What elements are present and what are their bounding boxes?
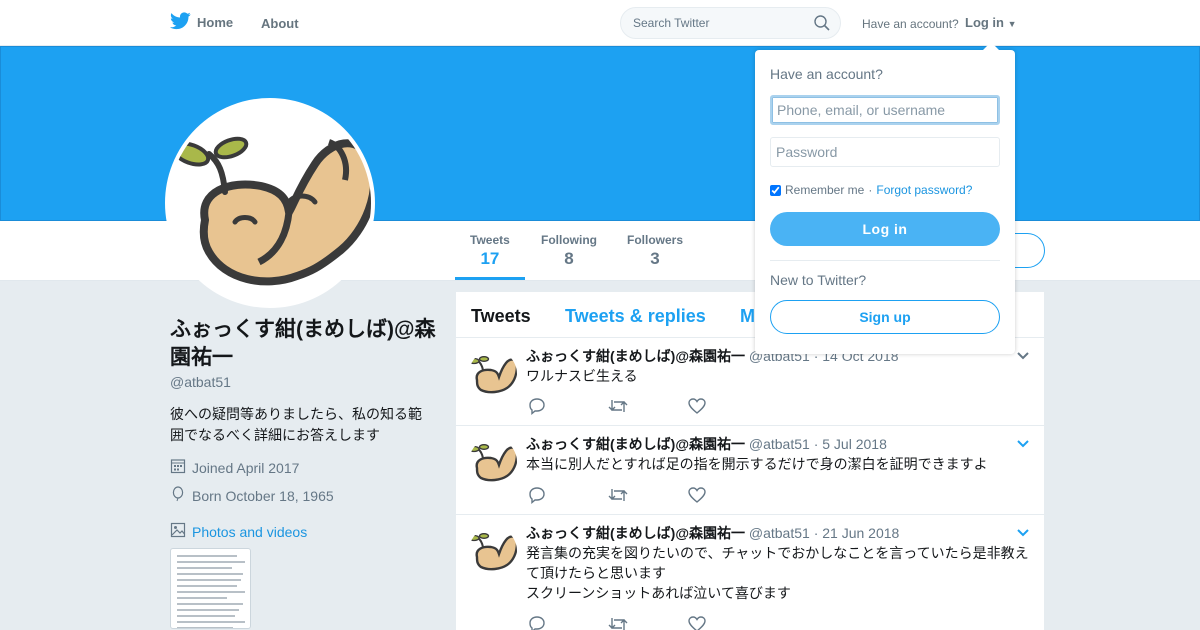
- tweet-actions: [528, 615, 706, 630]
- tweet-text: 本当に別人だとすれば足の指を開示するだけで身の潔白を証明できますよ: [526, 456, 988, 472]
- forgot-password-link[interactable]: Forgot password?: [876, 183, 972, 197]
- twitter-bird-icon: [170, 12, 191, 33]
- photos-and-videos-link[interactable]: Photos and videos: [170, 522, 307, 541]
- login-link-label: Log in: [965, 15, 1004, 30]
- stat-following[interactable]: Following 8: [541, 233, 597, 269]
- stat-value: 17: [480, 249, 500, 268]
- media-thumbnail[interactable]: [170, 548, 251, 629]
- tweet[interactable]: ふぉっくす紺(まめしば)@森園祐一 @atbat51 · 5 Jul 2018 …: [456, 426, 1044, 515]
- login-button[interactable]: Log in: [770, 212, 1000, 246]
- chevron-down-icon[interactable]: [1016, 348, 1030, 366]
- tweet-author-handle[interactable]: @atbat51: [749, 436, 810, 452]
- new-to-twitter-text: New to Twitter?: [770, 272, 867, 288]
- tab-media[interactable]: M: [740, 306, 755, 327]
- tweet[interactable]: ふぉっくす紺(まめしば)@森園祐一 @atbat51 · 21 Jun 2018…: [456, 515, 1044, 630]
- search-icon[interactable]: [814, 15, 830, 36]
- like-icon[interactable]: [688, 486, 706, 504]
- retweet-icon[interactable]: [608, 615, 628, 630]
- profile-handle[interactable]: @atbat51: [170, 374, 231, 390]
- nav-about-link[interactable]: About: [261, 16, 299, 31]
- tweet-text: ワルナスビ生える: [526, 368, 638, 384]
- stat-label: Following: [541, 233, 597, 247]
- tweet-author-name[interactable]: ふぉっくす紺(まめしば)@森園祐一: [526, 436, 745, 452]
- chevron-down-icon[interactable]: [1016, 436, 1030, 454]
- nav-home-label: Home: [197, 15, 234, 30]
- stat-value: 3: [650, 249, 660, 268]
- image-icon: [170, 522, 186, 541]
- search-input[interactable]: [621, 8, 801, 38]
- login-dropdown-title: Have an account?: [770, 66, 883, 82]
- bean-sprout-avatar-image: [469, 356, 517, 394]
- profile-avatar[interactable]: [165, 98, 375, 308]
- like-icon[interactable]: [688, 615, 706, 630]
- remember-me-checkbox[interactable]: [770, 184, 781, 196]
- reply-icon[interactable]: [528, 397, 546, 415]
- login-dropdown-toggle[interactable]: Log in ▼: [965, 15, 1017, 30]
- stat-label: Tweets: [470, 233, 510, 247]
- tab-tweets[interactable]: Tweets: [471, 306, 531, 327]
- remember-me-label[interactable]: Remember me: [785, 183, 864, 197]
- caret-down-icon: ▼: [1007, 19, 1017, 29]
- tweet-avatar[interactable]: [469, 438, 517, 486]
- tweet-actions: [528, 397, 706, 415]
- tweet-date[interactable]: 5 Jul 2018: [822, 436, 887, 452]
- signup-button[interactable]: Sign up: [770, 300, 1000, 334]
- profile-name[interactable]: ふぉっくす紺(まめしば)@森園祐一: [170, 316, 440, 372]
- stat-label: Followers: [627, 233, 684, 247]
- have-account-text: Have an account?: [862, 17, 959, 31]
- tweet-dot: ·: [813, 436, 819, 452]
- tweet-text-line: 発言集の充実を図りたいので、チャットでおかしなことを言っていたら是非教えて頂けた…: [526, 545, 1029, 581]
- born-text: Born October 18, 1965: [192, 487, 334, 504]
- like-icon[interactable]: [688, 397, 706, 415]
- retweet-icon[interactable]: [608, 486, 628, 504]
- nav-home-link[interactable]: Home: [170, 12, 233, 33]
- tweet-author-name[interactable]: ふぉっくす紺(まめしば)@森園祐一: [526, 525, 745, 541]
- password-field[interactable]: [770, 137, 1000, 167]
- calendar-icon: [170, 458, 186, 477]
- divider: [770, 260, 1000, 261]
- retweet-icon[interactable]: [608, 397, 628, 415]
- tweet-author-handle[interactable]: @atbat51: [749, 525, 810, 541]
- bean-sprout-avatar-image: [469, 533, 517, 571]
- profile-joined: Joined April 2017: [170, 458, 299, 477]
- stat-tweets[interactable]: Tweets 17: [455, 233, 525, 280]
- stat-followers[interactable]: Followers 3: [627, 233, 683, 269]
- tweet-dot: ·: [813, 525, 819, 541]
- remember-row: Remember me · Forgot password?: [770, 183, 972, 197]
- tweet-avatar[interactable]: [469, 527, 517, 575]
- joined-text: Joined April 2017: [192, 459, 300, 476]
- profile-born: Born October 18, 1965: [170, 486, 334, 505]
- username-field[interactable]: [770, 95, 1000, 125]
- tweet-text: 発言集の充実を図りたいので、チャットでおかしなことを言っていたら是非教えて頂けた…: [526, 543, 1036, 603]
- top-navigation-bar: Home About Have an account? Log in ▼: [0, 0, 1200, 46]
- tweet-avatar[interactable]: [469, 350, 517, 398]
- bean-sprout-avatar-image: [469, 444, 517, 482]
- tweet-header: ふぉっくす紺(まめしば)@森園祐一 @atbat51 · 21 Jun 2018: [526, 523, 899, 543]
- login-dropdown: Have an account? Remember me · Forgot pa…: [755, 42, 1015, 354]
- tweet-author-name[interactable]: ふぉっくす紺(まめしば)@森園祐一: [526, 348, 745, 364]
- tweet-actions: [528, 486, 706, 504]
- reply-icon[interactable]: [528, 486, 546, 504]
- tweet-text-line: スクリーンショットあれば泣いて喜びます: [526, 585, 791, 601]
- search-box: [620, 7, 841, 39]
- tweet-date[interactable]: 21 Jun 2018: [822, 525, 899, 541]
- tweet-header: ふぉっくす紺(まめしば)@森園祐一 @atbat51 · 5 Jul 2018: [526, 434, 887, 454]
- bean-sprout-avatar-image: [171, 136, 371, 286]
- photos-label: Photos and videos: [192, 523, 308, 540]
- reply-icon[interactable]: [528, 615, 546, 630]
- chevron-down-icon[interactable]: [1016, 525, 1030, 543]
- stat-value: 8: [564, 249, 574, 268]
- profile-bio: 彼への疑問等ありましたら、私の知る範囲でなるべく詳細にお答えします: [170, 406, 422, 443]
- tab-tweets-and-replies[interactable]: Tweets & replies: [565, 306, 706, 327]
- balloon-icon: [170, 486, 186, 505]
- separator-dot: ·: [868, 183, 873, 197]
